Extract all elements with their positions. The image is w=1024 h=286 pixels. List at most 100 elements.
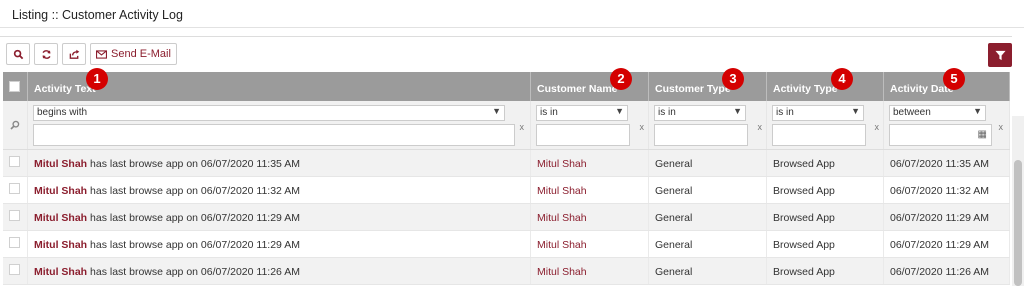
customer-link[interactable]: Mitul Shah	[34, 185, 87, 197]
filter-icon-cell	[3, 101, 28, 149]
date-range-input[interactable]: ▦	[889, 124, 992, 146]
customer-name-link[interactable]: Mitul Shah	[537, 239, 587, 251]
activity-type-cell: Browsed App	[767, 231, 884, 257]
calendar-icon[interactable]: ▦	[978, 129, 987, 140]
customer-name-cell: Mitul Shah	[531, 231, 649, 257]
customer-type-cell: General	[649, 204, 767, 230]
operator-select[interactable]: begins with ▼	[33, 105, 505, 121]
chevron-down-icon: ▼	[733, 106, 742, 116]
column-header-activity-text[interactable]: Activity Text 1	[28, 68, 531, 101]
table-row[interactable]: Mitul Shah has last browse app on 06/07/…	[3, 177, 1010, 204]
callout-badge: 1	[86, 68, 108, 90]
chevron-down-icon: ▼	[973, 106, 982, 116]
table-row[interactable]: Mitul Shah has last browse app on 06/07/…	[3, 204, 1010, 231]
activity-description: has last browse app on 06/07/2020 11:29 …	[87, 239, 300, 251]
clear-filter-button[interactable]: x	[640, 122, 645, 132]
column-label: Activity Text	[34, 83, 96, 95]
operator-value: begins with	[37, 107, 88, 118]
search-icon	[13, 49, 23, 59]
operator-select[interactable]: between ▼	[889, 105, 986, 121]
row-checkbox[interactable]	[9, 183, 20, 194]
row-select-cell	[3, 150, 28, 176]
filter-button[interactable]	[988, 43, 1012, 67]
row-checkbox[interactable]	[9, 156, 20, 167]
filter-input[interactable]	[33, 124, 515, 146]
customer-name-link[interactable]: Mitul Shah	[537, 212, 587, 224]
clear-filter-button[interactable]: x	[758, 122, 763, 132]
operator-select[interactable]: is in ▼	[654, 105, 746, 121]
operator-value: is in	[540, 107, 558, 118]
customer-name-cell: Mitul Shah	[531, 150, 649, 176]
search-icon	[10, 120, 20, 130]
customer-link[interactable]: Mitul Shah	[34, 239, 87, 251]
row-checkbox[interactable]	[9, 237, 20, 248]
filter-activity-type: is in ▼ x	[767, 101, 884, 149]
customer-link[interactable]: Mitul Shah	[34, 266, 87, 278]
export-button[interactable]	[62, 43, 86, 65]
customer-link[interactable]: Mitul Shah	[34, 212, 87, 224]
customer-name-link[interactable]: Mitul Shah	[537, 158, 587, 170]
filter-customer-type: is in ▼ x	[649, 101, 767, 149]
table-row[interactable]: Mitul Shah has last browse app on 06/07/…	[3, 258, 1010, 285]
vertical-scrollbar[interactable]	[1012, 116, 1024, 286]
search-button[interactable]	[6, 43, 30, 65]
row-checkbox[interactable]	[9, 264, 20, 275]
select-all-cell	[3, 72, 28, 101]
activity-text-cell: Mitul Shah has last browse app on 06/07/…	[28, 150, 531, 176]
customer-name-link[interactable]: Mitul Shah	[537, 185, 587, 197]
activity-description: has last browse app on 06/07/2020 11:32 …	[87, 185, 300, 197]
operator-select[interactable]: is in ▼	[772, 105, 864, 121]
column-header-activity-type[interactable]: Activity Type 4	[767, 68, 884, 101]
refresh-button[interactable]	[34, 43, 58, 65]
header-row: Activity Text 1 Customer Name 2 Customer…	[3, 68, 1010, 101]
row-checkbox[interactable]	[9, 210, 20, 221]
column-label: Activity Type	[773, 83, 838, 95]
send-email-button[interactable]: Send E-Mail	[90, 43, 177, 65]
filter-row: begins with ▼ x is in ▼ x is in ▼ x is in ▼ …	[3, 101, 1010, 150]
activity-date-cell: 06/07/2020 11:35 AM	[884, 150, 1010, 176]
column-header-customer-type[interactable]: Customer Type 3	[649, 68, 767, 101]
clear-filter-button[interactable]: x	[999, 122, 1004, 132]
table-row[interactable]: Mitul Shah has last browse app on 06/07/…	[3, 231, 1010, 258]
activity-date-cell: 06/07/2020 11:32 AM	[884, 177, 1010, 203]
select-all-checkbox[interactable]	[9, 81, 20, 92]
activity-date-cell: 06/07/2020 11:29 AM	[884, 204, 1010, 230]
row-select-cell	[3, 204, 28, 230]
operator-select[interactable]: is in ▼	[536, 105, 628, 121]
activity-text-cell: Mitul Shah has last browse app on 06/07/…	[28, 177, 531, 203]
activity-grid: Activity Text 1 Customer Name 2 Customer…	[3, 68, 1010, 285]
customer-name-link[interactable]: Mitul Shah	[537, 266, 587, 278]
operator-value: is in	[776, 107, 794, 118]
activity-type-cell: Browsed App	[767, 150, 884, 176]
clear-filter-button[interactable]: x	[875, 122, 880, 132]
callout-badge: 2	[610, 68, 632, 90]
activity-description: has last browse app on 06/07/2020 11:35 …	[87, 158, 300, 170]
export-icon	[69, 49, 79, 59]
column-header-activity-date[interactable]: Activity Date 5	[884, 68, 1010, 101]
activity-text-cell: Mitul Shah has last browse app on 06/07/…	[28, 231, 531, 257]
activity-type-cell: Browsed App	[767, 204, 884, 230]
customer-type-cell: General	[649, 177, 767, 203]
activity-description: has last browse app on 06/07/2020 11:26 …	[87, 266, 300, 278]
customer-type-cell: General	[649, 258, 767, 284]
customer-link[interactable]: Mitul Shah	[34, 158, 87, 170]
customer-name-cell: Mitul Shah	[531, 204, 649, 230]
activity-description: has last browse app on 06/07/2020 11:29 …	[87, 212, 300, 224]
row-select-cell	[3, 258, 28, 284]
filter-input[interactable]	[654, 124, 748, 146]
filter-input[interactable]	[772, 124, 866, 146]
operator-value: is in	[658, 107, 676, 118]
clear-filter-button[interactable]: x	[520, 122, 525, 132]
table-row[interactable]: Mitul Shah has last browse app on 06/07/…	[3, 150, 1010, 177]
page-title: Listing :: Customer Activity Log	[0, 0, 1024, 28]
activity-type-cell: Browsed App	[767, 258, 884, 284]
customer-type-cell: General	[649, 150, 767, 176]
filter-input[interactable]	[536, 124, 630, 146]
customer-type-cell: General	[649, 231, 767, 257]
filter-activity-date: between ▼ ▦ x	[884, 101, 1010, 149]
column-header-customer-name[interactable]: Customer Name 2	[531, 68, 649, 101]
activity-date-cell: 06/07/2020 11:26 AM	[884, 258, 1010, 284]
chevron-down-icon: ▼	[851, 106, 860, 116]
refresh-icon	[41, 49, 51, 59]
scrollbar-thumb[interactable]	[1014, 160, 1022, 286]
